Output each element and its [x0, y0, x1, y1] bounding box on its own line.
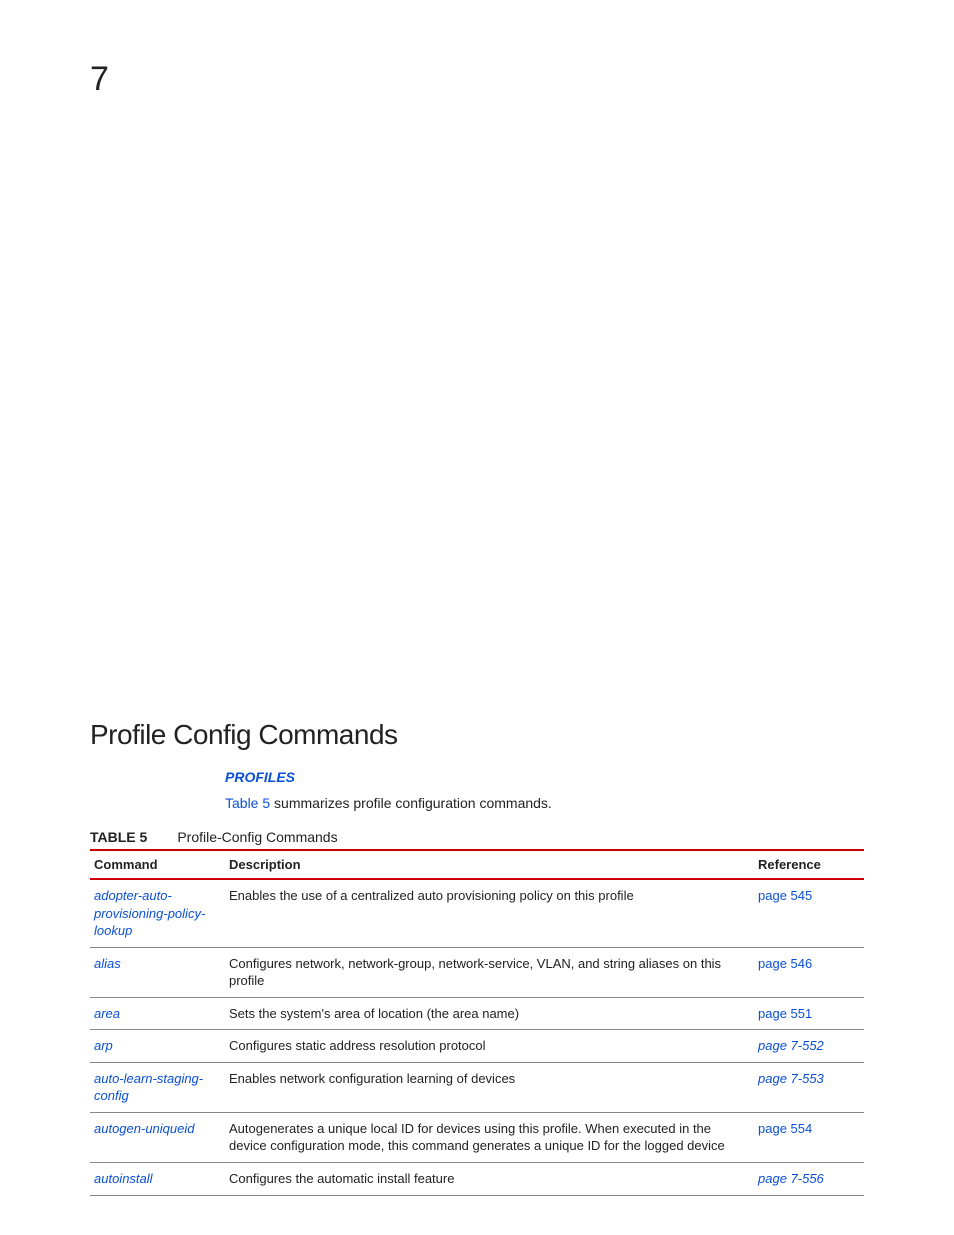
reference-link[interactable]: page 7-553 [754, 1062, 864, 1112]
header-description: Description [225, 850, 754, 879]
table-label: TABLE 5 [90, 829, 147, 845]
command-description: Sets the system's area of location (the … [225, 997, 754, 1030]
command-description: Enables the use of a centralized auto pr… [225, 879, 754, 947]
table-row: autogen-uniqueidAutogenerates a unique l… [90, 1112, 864, 1162]
table-row: aliasConfigures network, network-group, … [90, 947, 864, 997]
header-reference: Reference [754, 850, 864, 879]
command-link[interactable]: autogen-uniqueid [90, 1112, 225, 1162]
table-row: auto-learn-staging-configEnables network… [90, 1062, 864, 1112]
table-row: adopter-auto-provisioning-policy-lookupE… [90, 879, 864, 947]
intro-block: PROFILES Table 5 summarizes profile conf… [225, 769, 864, 811]
command-description: Configures the automatic install feature [225, 1163, 754, 1196]
command-link[interactable]: auto-learn-staging-config [90, 1062, 225, 1112]
reference-link[interactable]: page 546 [754, 947, 864, 997]
command-description: Configures network, network-group, netwo… [225, 947, 754, 997]
command-description: Enables network configuration learning o… [225, 1062, 754, 1112]
table-row: areaSets the system's area of location (… [90, 997, 864, 1030]
command-link[interactable]: arp [90, 1030, 225, 1063]
reference-link[interactable]: page 545 [754, 879, 864, 947]
table-caption: Profile-Config Commands [177, 829, 337, 845]
commands-table: Command Description Reference adopter-au… [90, 849, 864, 1196]
table-ref-link[interactable]: Table 5 [225, 795, 270, 811]
chapter-number: 7 [90, 60, 864, 99]
command-link[interactable]: adopter-auto-provisioning-policy-lookup [90, 879, 225, 947]
profiles-link[interactable]: PROFILES [225, 769, 864, 785]
table-header-row: Command Description Reference [90, 850, 864, 879]
command-description: Configures static address resolution pro… [225, 1030, 754, 1063]
reference-link[interactable]: page 554 [754, 1112, 864, 1162]
table-row: autoinstallConfigures the automatic inst… [90, 1163, 864, 1196]
section-title: Profile Config Commands [90, 719, 864, 751]
table-label-row: TABLE 5 Profile-Config Commands [90, 829, 864, 845]
header-command: Command [90, 850, 225, 879]
table-body: adopter-auto-provisioning-policy-lookupE… [90, 879, 864, 1195]
reference-link[interactable]: page 7-556 [754, 1163, 864, 1196]
reference-link[interactable]: page 551 [754, 997, 864, 1030]
command-link[interactable]: autoinstall [90, 1163, 225, 1196]
command-link[interactable]: alias [90, 947, 225, 997]
command-description: Autogenerates a unique local ID for devi… [225, 1112, 754, 1162]
summary-rest: summarizes profile configuration command… [270, 795, 552, 811]
command-link[interactable]: area [90, 997, 225, 1030]
reference-link[interactable]: page 7-552 [754, 1030, 864, 1063]
table-row: arpConfigures static address resolution … [90, 1030, 864, 1063]
summary-line: Table 5 summarizes profile configuration… [225, 795, 864, 811]
